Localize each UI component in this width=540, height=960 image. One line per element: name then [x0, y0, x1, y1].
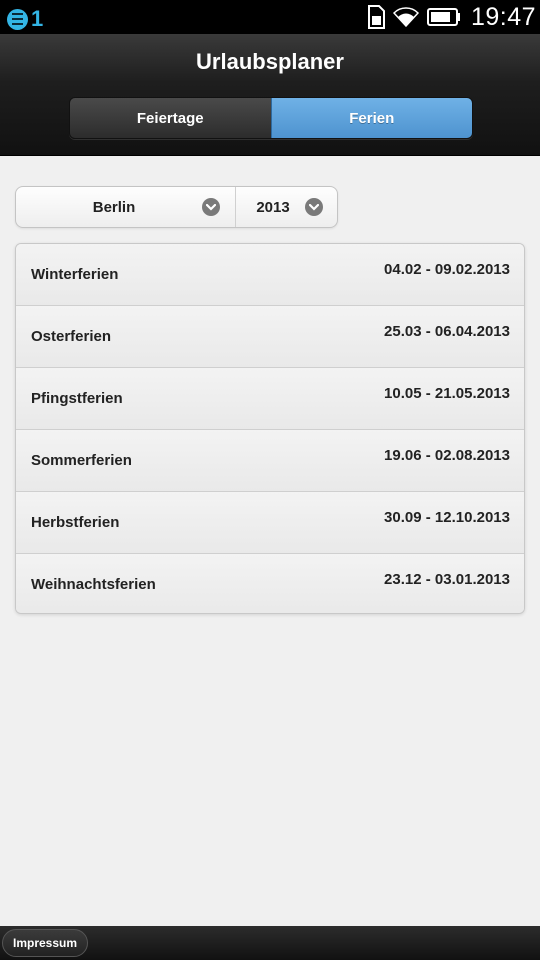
year-select[interactable]: 2013 [236, 187, 337, 227]
holiday-name: Winterferien [31, 266, 119, 283]
holiday-name: Weihnachtsferien [31, 576, 156, 593]
holiday-dates: 10.05 - 21.05.2013 [384, 385, 510, 402]
filter-bar: Berlin 2013 [15, 186, 338, 228]
footer-bar: Impressum [0, 926, 540, 960]
sim-icon [367, 5, 385, 29]
holiday-dates: 04.02 - 09.02.2013 [384, 261, 510, 278]
battery-icon [426, 8, 461, 26]
list-item[interactable]: Pfingstferien 10.05 - 21.05.2013 [16, 368, 524, 430]
holiday-name: Herbstferien [31, 514, 120, 531]
holiday-dates: 23.12 - 03.01.2013 [384, 571, 510, 588]
notification-area[interactable]: 1 [7, 6, 43, 32]
holiday-name: Pfingstferien [31, 390, 123, 407]
holiday-name: Osterferien [31, 328, 112, 345]
year-select-value: 2013 [256, 198, 290, 216]
list-item[interactable]: Weihnachtsferien 23.12 - 03.01.2013 [16, 554, 524, 613]
chevron-down-icon [202, 198, 221, 216]
tab-ferien[interactable]: Ferien [270, 98, 472, 138]
list-item[interactable]: Osterferien 25.03 - 06.04.2013 [16, 306, 524, 368]
list-item[interactable]: Winterferien 04.02 - 09.02.2013 [16, 244, 524, 306]
impressum-button[interactable]: Impressum [2, 929, 88, 957]
status-bar: 1 19:47 [0, 0, 540, 34]
state-select[interactable]: Berlin [16, 187, 237, 227]
tab-feiertage[interactable]: Feiertage [70, 98, 271, 138]
holiday-name: Sommerferien [31, 452, 132, 469]
list-item[interactable]: Sommerferien 19.06 - 02.08.2013 [16, 430, 524, 492]
page-title: Urlaubsplaner [196, 49, 344, 74]
state-select-value: Berlin [92, 198, 136, 216]
notification-icon [7, 8, 28, 30]
wifi-icon [392, 7, 419, 27]
holiday-dates: 19.06 - 02.08.2013 [384, 447, 510, 464]
list-item[interactable]: Herbstferien 30.09 - 12.10.2013 [16, 492, 524, 554]
segmented-control: Feiertage Ferien [69, 97, 473, 139]
holiday-dates: 30.09 - 12.10.2013 [384, 509, 510, 526]
holiday-list: Winterferien 04.02 - 09.02.2013 Osterfer… [15, 243, 525, 614]
holiday-dates: 25.03 - 06.04.2013 [384, 323, 510, 340]
chevron-down-icon [305, 198, 323, 216]
notification-count: 1 [31, 6, 44, 31]
clock: 19:47 [470, 2, 536, 31]
app-header: Urlaubsplaner Feiertage Ferien [0, 34, 540, 156]
